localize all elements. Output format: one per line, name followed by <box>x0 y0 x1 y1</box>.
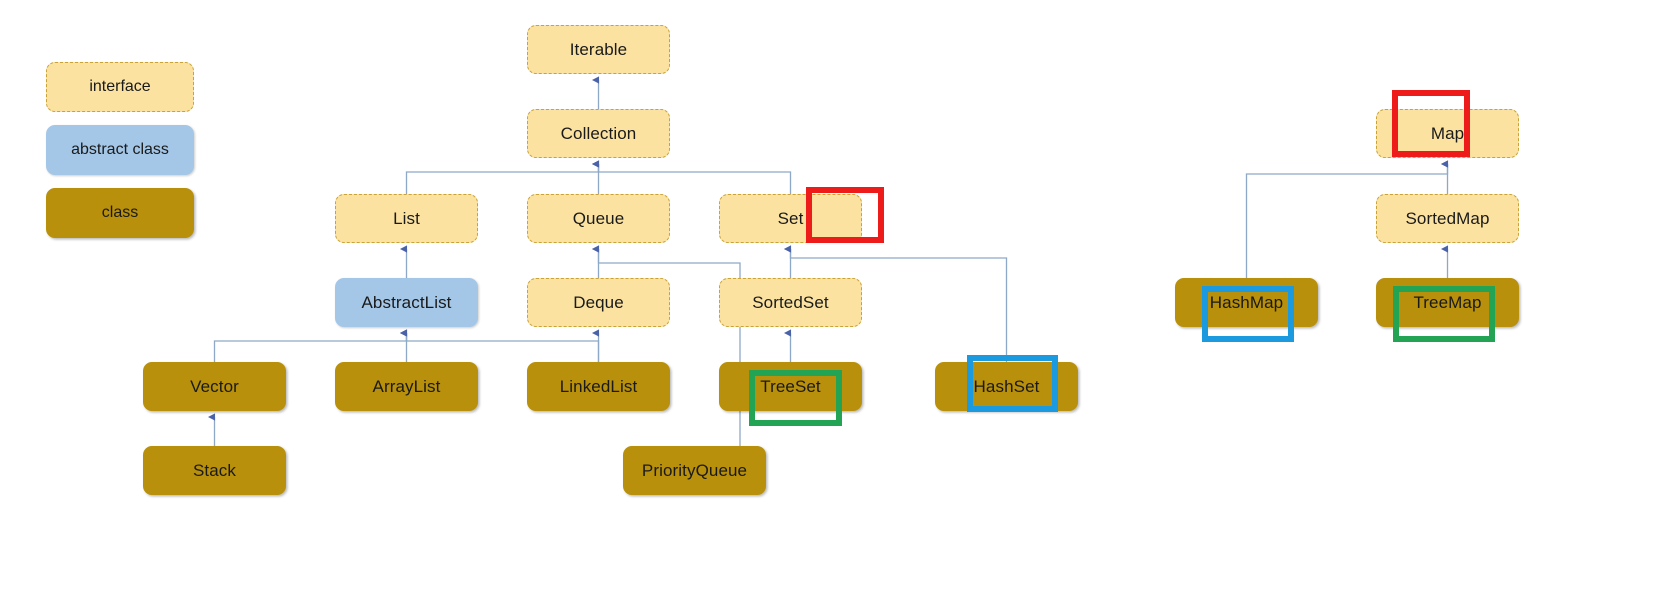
node-label: SortedMap <box>1405 208 1490 228</box>
node-hashmap[interactable]: HashMap <box>1175 278 1318 327</box>
edge-linkedlist-to-abstractlist <box>400 329 600 362</box>
legend-item-label: interface <box>89 78 151 95</box>
node-treeset[interactable]: TreeSet <box>719 362 862 411</box>
node-label: Queue <box>572 208 625 228</box>
node-arraylist[interactable]: ArrayList <box>335 362 478 411</box>
node-label: ArrayList <box>372 376 441 396</box>
node-vector[interactable]: Vector <box>143 362 286 411</box>
edge-vector-to-abstractlist <box>213 329 408 362</box>
node-set[interactable]: Set <box>719 194 862 243</box>
node-label: Set <box>777 208 804 228</box>
node-label: SortedSet <box>752 292 829 312</box>
node-label: Deque <box>573 292 624 312</box>
node-deque[interactable]: Deque <box>527 278 670 327</box>
node-priorityqueue[interactable]: PriorityQueue <box>623 446 766 495</box>
edge-set-to-collection <box>592 160 792 194</box>
node-linkedlist[interactable]: LinkedList <box>527 362 670 411</box>
node-label: HashSet <box>973 376 1040 396</box>
node-sortedset[interactable]: SortedSet <box>719 278 862 327</box>
diagram-canvas: interface abstract class class Iterable Col… <box>0 0 1671 608</box>
node-label: HashMap <box>1209 292 1284 312</box>
node-label: PriorityQueue <box>641 460 748 480</box>
node-stack[interactable]: Stack <box>143 446 286 495</box>
node-label: TreeMap <box>1413 292 1482 312</box>
node-label: LinkedList <box>559 376 638 396</box>
node-label: Collection <box>560 123 637 143</box>
node-queue[interactable]: Queue <box>527 194 670 243</box>
node-list[interactable]: List <box>335 194 478 243</box>
node-label: List <box>393 208 420 228</box>
legend-item-label: class <box>101 204 139 221</box>
node-label: AbstractList <box>361 292 452 312</box>
edge-list-to-collection <box>405 160 600 194</box>
legend-item-interface: interface <box>46 62 194 112</box>
legend-item-label: abstract class <box>71 141 169 158</box>
node-label: Map <box>1430 123 1465 143</box>
legend-item-klass: class <box>46 188 194 238</box>
node-sortedmap[interactable]: SortedMap <box>1376 194 1519 243</box>
node-collection[interactable]: Collection <box>527 109 670 158</box>
node-map[interactable]: Map <box>1376 109 1519 158</box>
node-label: Iterable <box>569 39 628 59</box>
node-label: Vector <box>190 376 239 396</box>
node-label: TreeSet <box>760 376 821 396</box>
node-iterable[interactable]: Iterable <box>527 25 670 74</box>
node-treemap[interactable]: TreeMap <box>1376 278 1519 327</box>
legend-item-abstract: abstract class <box>46 125 194 175</box>
node-abstractlist[interactable]: AbstractList <box>335 278 478 327</box>
node-hashset[interactable]: HashSet <box>935 362 1078 411</box>
node-label: Stack <box>192 460 237 480</box>
